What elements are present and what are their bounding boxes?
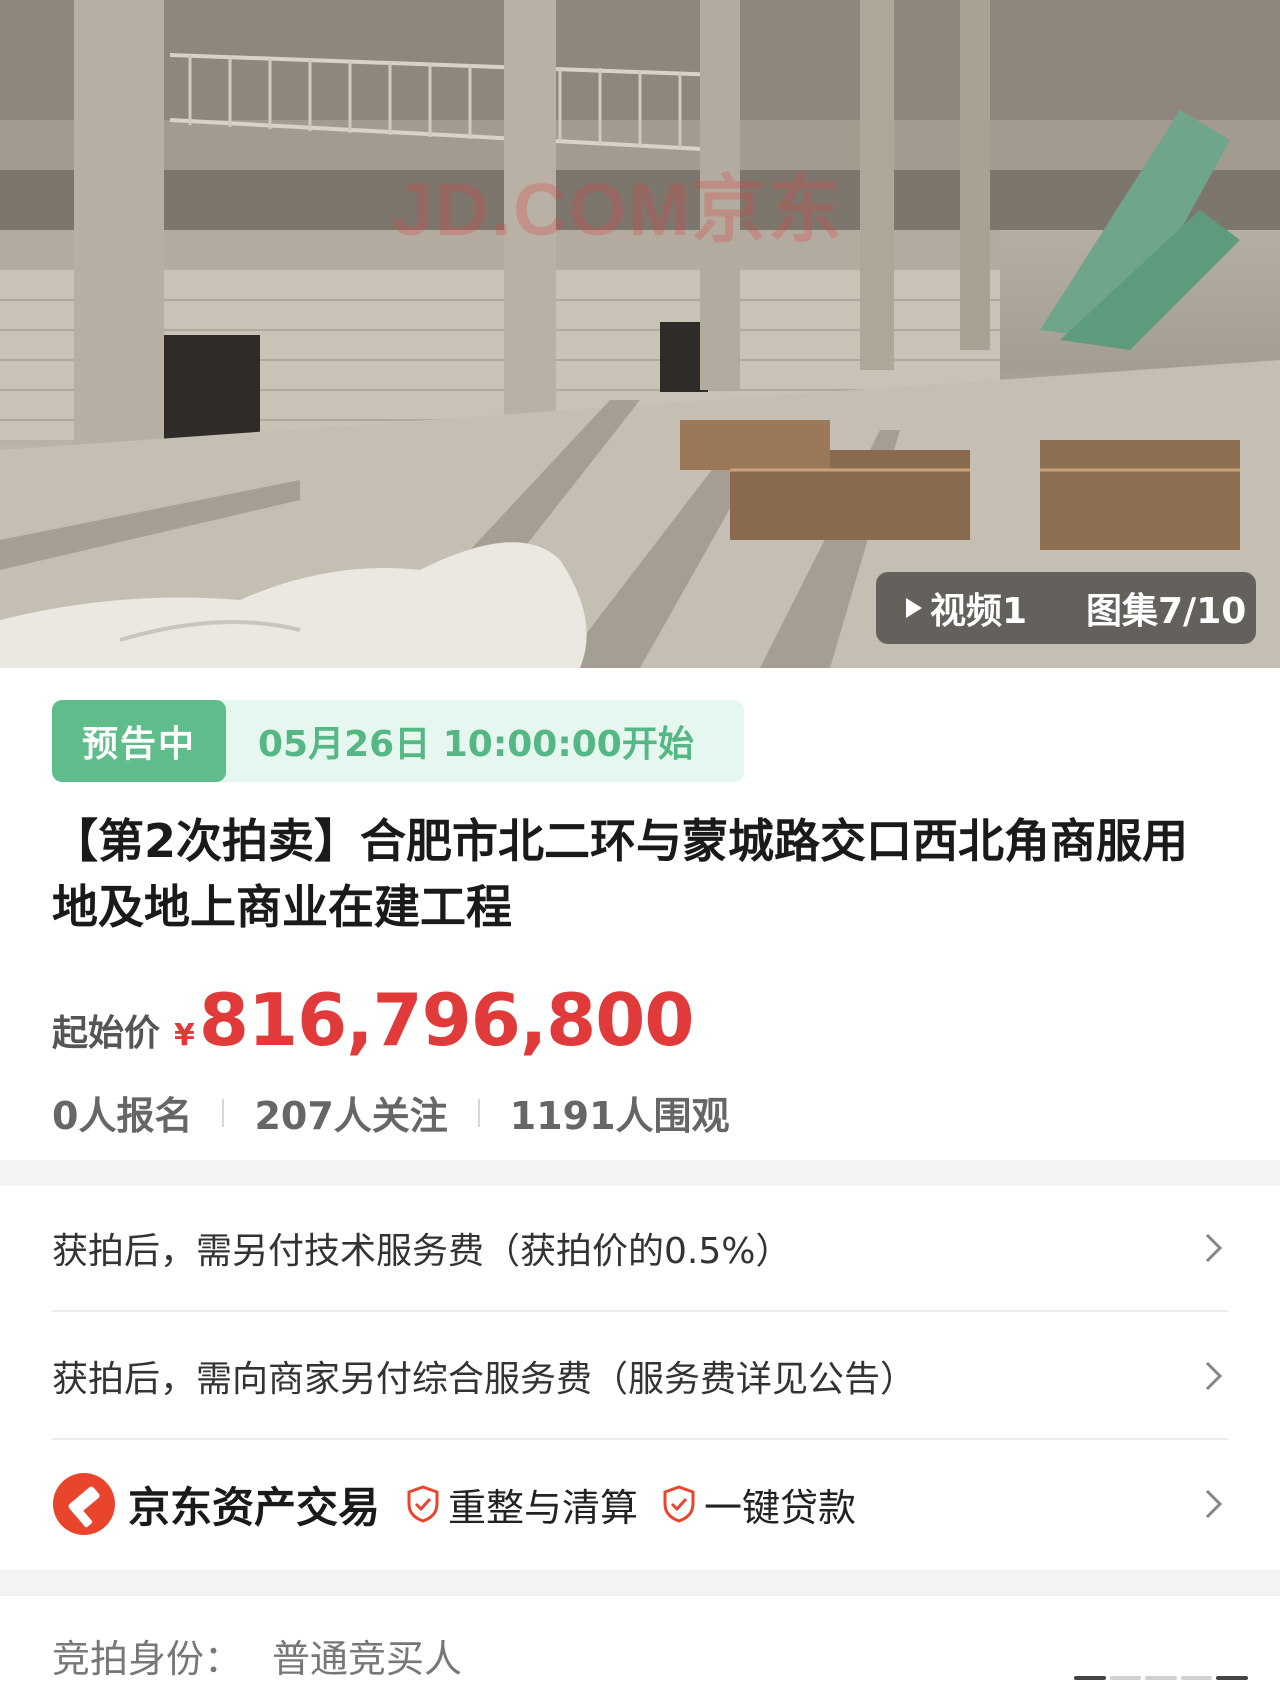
tag-label: 一键贷款: [704, 1485, 857, 1530]
fee-text: 获拍后，需另付技术服务费（获拍价的0.5%）: [52, 1231, 792, 1272]
video-label: 视频1: [930, 591, 1028, 632]
tag-loan: 一键贷款: [662, 1477, 856, 1532]
chevron-right-icon: [1193, 1489, 1223, 1519]
identity-value: 普通竞买人: [272, 1637, 463, 1681]
follow-count: 207人关注: [254, 1094, 448, 1138]
starting-price: 起始价 ¥ 816,796,800: [52, 978, 695, 1062]
chevron-right-icon: [1193, 1361, 1223, 1391]
auction-stats: 0人报名 207人关注 1191人围观: [52, 1085, 730, 1140]
construction-photo: [0, 0, 1280, 668]
gallery-label: 图集7/10: [1086, 591, 1247, 632]
price-label: 起始价: [52, 1013, 161, 1054]
section-divider: [0, 1570, 1280, 1596]
media-switcher: 视频1 图集7/10: [876, 572, 1256, 644]
jd-asset-logo-icon: [53, 1473, 115, 1535]
start-time: 05月26日 10:00:00开始: [258, 724, 694, 765]
watermark: JD.COM京东: [392, 168, 844, 251]
section-divider: [0, 1160, 1280, 1186]
signup-count: 0人报名: [52, 1094, 193, 1138]
tag-restructuring: 重整与清算: [406, 1477, 638, 1532]
shield-check-icon: [407, 1485, 439, 1523]
item-title: 【第2次拍卖】合肥市北二环与蒙城路交口西北角商服用地及地上商业在建工程: [52, 814, 1189, 934]
auction-status: 预告中 05月26日 10:00:00开始: [52, 700, 744, 782]
price-value: 816,796,800: [198, 978, 695, 1062]
brand-name: 京东资产交易: [128, 1482, 381, 1532]
divider: [222, 1098, 225, 1127]
status-badge: 预告中: [52, 700, 226, 782]
merchant-service-fee-row[interactable]: 获拍后，需向商家另付综合服务费（服务费详见公告）: [52, 1314, 1228, 1440]
gallery-tab[interactable]: 图集7/10: [1056, 582, 1246, 634]
seller-brand-row[interactable]: 京东资产交易 重整与清算 一键贷款: [52, 1444, 1228, 1564]
shield-check-icon: [663, 1485, 695, 1523]
play-icon: [906, 598, 922, 618]
video-tab[interactable]: 视频1: [876, 582, 1056, 634]
identity-label: 竞拍身份：: [52, 1637, 243, 1681]
chevron-right-icon: [1193, 1233, 1223, 1263]
tech-service-fee-row[interactable]: 获拍后，需另付技术服务费（获拍价的0.5%）: [52, 1186, 1228, 1312]
scroll-indicator: [1072, 1676, 1250, 1686]
currency-symbol: ¥: [174, 1018, 195, 1053]
view-count: 1191人围观: [509, 1094, 730, 1138]
bidding-identity: 竞拍身份： 普通竞买人: [52, 1628, 462, 1683]
hero-image[interactable]: JD.COM京东 视频1 图集7/10: [0, 0, 1280, 668]
tag-label: 重整与清算: [448, 1485, 639, 1530]
fee-text: 获拍后，需向商家另付综合服务费（服务费详见公告）: [52, 1359, 917, 1400]
divider: [477, 1098, 480, 1127]
